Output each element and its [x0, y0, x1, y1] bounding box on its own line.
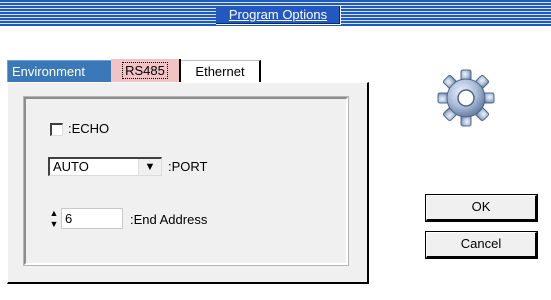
port-value: AUTO: [53, 159, 89, 174]
tab-ethernet[interactable]: Ethernet: [181, 60, 261, 82]
echo-label: :ECHO: [68, 121, 110, 136]
tab-rs485[interactable]: RS485: [111, 59, 181, 83]
ok-button-label: OK: [471, 199, 491, 214]
tab-rs485-label: RS485: [122, 62, 168, 79]
spinner-arrows-icon[interactable]: ▲ ▼: [48, 208, 60, 230]
ok-button[interactable]: OK: [425, 194, 538, 222]
port-label: :PORT: [168, 159, 208, 174]
end-address-label: :End Address: [130, 212, 208, 227]
spin-up-icon[interactable]: ▲: [48, 208, 60, 219]
window-title: Program Options: [216, 6, 341, 25]
spin-down-icon[interactable]: ▼: [48, 219, 60, 230]
title-bar[interactable]: Program Options: [0, 0, 551, 26]
end-address-input[interactable]: 6: [61, 208, 123, 229]
gear-icon: [437, 69, 495, 127]
tab-environment[interactable]: Environment: [7, 60, 111, 82]
cancel-button[interactable]: Cancel: [425, 231, 538, 259]
cancel-button-label: Cancel: [460, 236, 502, 251]
echo-checkbox[interactable]: [50, 123, 63, 136]
dropdown-arrow-icon[interactable]: ▼: [138, 159, 161, 175]
port-select[interactable]: AUTO ▼: [48, 157, 162, 176]
